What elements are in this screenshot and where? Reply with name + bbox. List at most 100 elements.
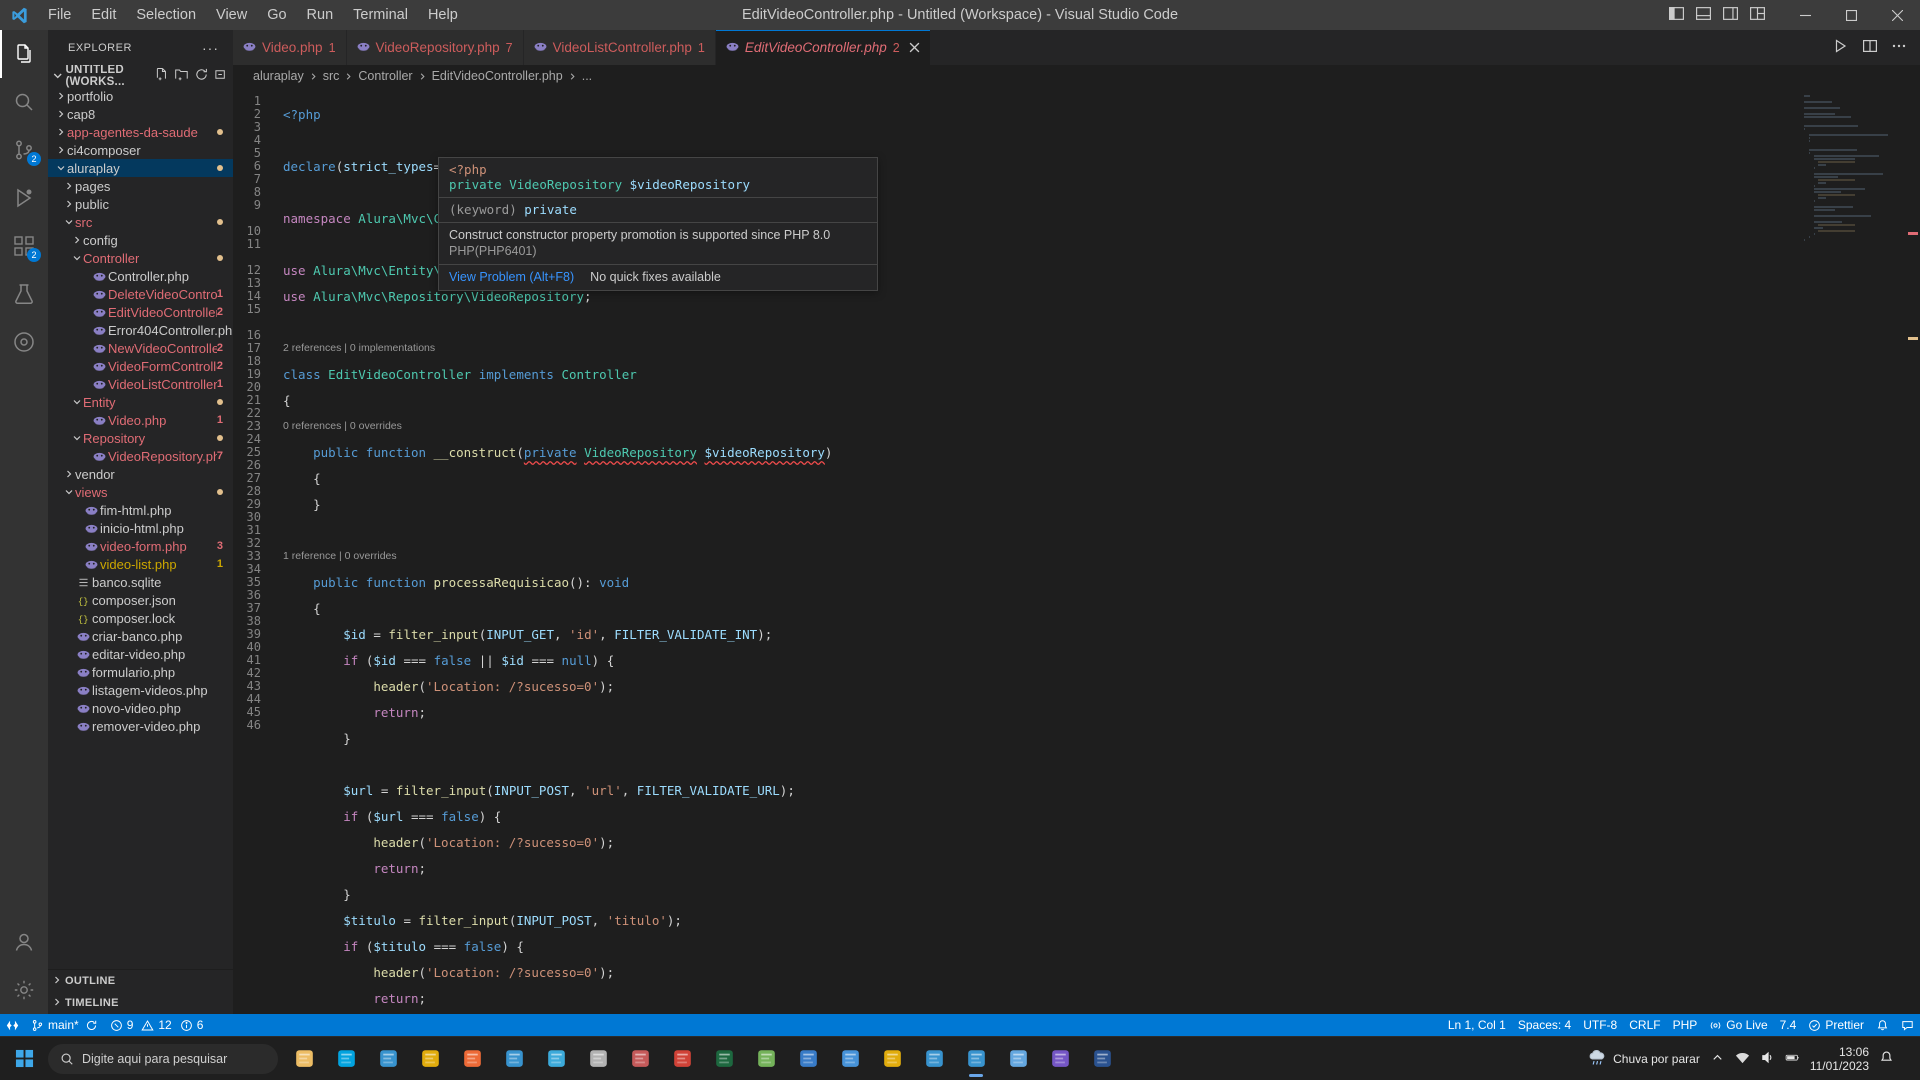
taskbar-vscode-active-icon[interactable] bbox=[956, 1039, 996, 1079]
tree-folder-cap8[interactable]: cap8 bbox=[48, 105, 233, 123]
toggle-primary-sidebar-icon[interactable] bbox=[1668, 5, 1685, 26]
hover-tooltip[interactable]: <?php private VideoRepository $videoRepo… bbox=[438, 157, 878, 291]
status-problems[interactable]: 9 12 6 bbox=[104, 1014, 210, 1036]
codelens-method[interactable]: 1 reference | 0 overrides bbox=[273, 550, 1920, 563]
status-encoding[interactable]: UTF-8 bbox=[1577, 1014, 1623, 1036]
view-problem-link[interactable]: View Problem (Alt+F8) bbox=[449, 269, 574, 285]
tree-file-newvideocontroller-p[interactable]: NewVideoController.p...2 bbox=[48, 339, 233, 357]
taskbar-file-explorer-icon[interactable] bbox=[284, 1039, 324, 1079]
new-file-icon[interactable] bbox=[154, 67, 169, 85]
status-eol[interactable]: CRLF bbox=[1623, 1014, 1666, 1036]
status-go-live[interactable]: Go Live bbox=[1703, 1014, 1773, 1036]
split-editor-icon[interactable] bbox=[1862, 38, 1878, 58]
taskbar-store-icon[interactable] bbox=[830, 1039, 870, 1079]
tree-file-video-php[interactable]: Video.php 1 bbox=[48, 411, 233, 429]
taskbar-photo-editor-icon[interactable] bbox=[746, 1039, 786, 1079]
tree-file-listagem-videos-php[interactable]: listagem-videos.php bbox=[48, 681, 233, 699]
toggle-secondary-sidebar-icon[interactable] bbox=[1722, 5, 1739, 26]
notification-center-icon[interactable] bbox=[1879, 1050, 1894, 1068]
tree-folder-vendor[interactable]: vendor bbox=[48, 465, 233, 483]
tree-file-remover-video-php[interactable]: remover-video.php bbox=[48, 717, 233, 735]
workspace-root-row[interactable]: UNTITLED (WORKS... bbox=[48, 65, 233, 88]
tree-file-videoformcontroller-p[interactable]: VideoFormController.p...2 bbox=[48, 357, 233, 375]
tree-file-criar-banco-php[interactable]: criar-banco.php bbox=[48, 627, 233, 645]
collapse-all-icon[interactable] bbox=[214, 67, 229, 85]
start-button[interactable] bbox=[0, 1049, 48, 1068]
taskbar-photos-icon[interactable] bbox=[536, 1039, 576, 1079]
code-editor[interactable]: 1 2 3 4 5 6 7 8 9 10 11 12 13 14 15 16 17 18 19 20 21 22 23 24 2… bbox=[233, 87, 1920, 1014]
taskbar-clock[interactable]: 13:06 11/01/2023 bbox=[1810, 1045, 1869, 1073]
weather-widget[interactable]: Chuva por parar bbox=[1588, 1049, 1700, 1068]
status-indentation[interactable]: Spaces: 4 bbox=[1512, 1014, 1577, 1036]
menu-help[interactable]: Help bbox=[418, 4, 468, 26]
customize-layout-icon[interactable] bbox=[1749, 5, 1766, 26]
tree-file-controller-php[interactable]: Controller.php bbox=[48, 267, 233, 285]
breadcrumb-item-3[interactable]: EditVideoController.php bbox=[432, 69, 563, 83]
show-desktop-button[interactable] bbox=[1904, 1037, 1912, 1080]
menu-go[interactable]: Go bbox=[257, 4, 296, 26]
tree-file-videorepository-php[interactable]: VideoRepository.php 7 bbox=[48, 447, 233, 465]
tree-folder-aluraplay[interactable]: aluraplay bbox=[48, 159, 233, 177]
activity-source-control[interactable]: 2 bbox=[0, 126, 48, 174]
menu-run[interactable]: Run bbox=[297, 4, 344, 26]
menu-selection[interactable]: Selection bbox=[126, 4, 206, 26]
activity-remote-explorer[interactable] bbox=[0, 318, 48, 366]
tree-folder-repository[interactable]: Repository bbox=[48, 429, 233, 447]
codelens-class[interactable]: 2 references | 0 implementations bbox=[273, 342, 1920, 355]
menu-edit[interactable]: Edit bbox=[81, 4, 126, 26]
taskbar-mail-icon[interactable] bbox=[788, 1039, 828, 1079]
taskbar-chrome2-icon[interactable] bbox=[872, 1039, 912, 1079]
menu-file[interactable]: File bbox=[38, 4, 81, 26]
status-branch[interactable]: main* bbox=[25, 1014, 104, 1036]
tree-file-video-form-php[interactable]: video-form.php 3 bbox=[48, 537, 233, 555]
status-formatter[interactable]: Prettier bbox=[1802, 1014, 1870, 1036]
editor-tabs[interactable]: Video.php 1 VideoRepository.php 7 VideoListC… bbox=[233, 30, 931, 65]
close-tab-icon[interactable] bbox=[909, 42, 920, 53]
editor-tab-videorepository[interactable]: VideoRepository.php 7 bbox=[346, 30, 524, 65]
status-feedback[interactable] bbox=[1895, 1014, 1920, 1036]
taskbar-acrobat-icon[interactable] bbox=[662, 1039, 702, 1079]
editor-tab-videolistcontroller[interactable]: VideoListController.php 1 bbox=[523, 30, 716, 65]
tree-file-novo-video-php[interactable]: novo-video.php bbox=[48, 699, 233, 717]
tree-folder-portfolio[interactable]: portfolio bbox=[48, 87, 233, 105]
toggle-panel-icon[interactable] bbox=[1695, 5, 1712, 26]
refresh-explorer-icon[interactable] bbox=[194, 67, 209, 85]
taskbar-excel-icon[interactable] bbox=[704, 1039, 744, 1079]
taskbar-vscode-icon[interactable] bbox=[494, 1039, 534, 1079]
tree-file-composer-lock[interactable]: {} composer.lock bbox=[48, 609, 233, 627]
maximize-button[interactable] bbox=[1828, 0, 1874, 30]
close-window-button[interactable] bbox=[1874, 0, 1920, 30]
status-remote[interactable] bbox=[0, 1014, 25, 1036]
taskbar-firefox-icon[interactable] bbox=[452, 1039, 492, 1079]
tree-folder-controller[interactable]: Controller bbox=[48, 249, 233, 267]
tray-expand-icon[interactable] bbox=[1710, 1050, 1725, 1068]
taskbar-media-icon[interactable] bbox=[620, 1039, 660, 1079]
tree-folder-entity[interactable]: Entity bbox=[48, 393, 233, 411]
tree-file-formulario-php[interactable]: formulario.php bbox=[48, 663, 233, 681]
tree-file-deletevideocontroller[interactable]: DeleteVideoController...1 bbox=[48, 285, 233, 303]
breadcrumb-item-1[interactable]: src bbox=[323, 69, 340, 83]
taskbar-chrome-icon[interactable] bbox=[410, 1039, 450, 1079]
tree-file-editar-video-php[interactable]: editar-video.php bbox=[48, 645, 233, 663]
tree-file-banco-sqlite[interactable]: banco.sqlite bbox=[48, 573, 233, 591]
codelens-constructor[interactable]: 0 references | 0 overrides bbox=[273, 420, 1920, 433]
section-outline[interactable]: OUTLINE bbox=[48, 970, 233, 992]
breadcrumb-item-2[interactable]: Controller bbox=[358, 69, 412, 83]
menu-view[interactable]: View bbox=[206, 4, 257, 26]
tree-folder-src[interactable]: src bbox=[48, 213, 233, 231]
tree-folder-config[interactable]: config bbox=[48, 231, 233, 249]
tree-file-editvideocontroller-php[interactable]: EditVideoController.php2 bbox=[48, 303, 233, 321]
status-cursor-position[interactable]: Ln 1, Col 1 bbox=[1442, 1014, 1512, 1036]
new-folder-icon[interactable] bbox=[174, 67, 189, 85]
activity-extensions[interactable]: 2 bbox=[0, 222, 48, 270]
activity-explorer[interactable] bbox=[0, 30, 48, 78]
tree-file-videolistcontroller-php[interactable]: VideoListController.php1 bbox=[48, 375, 233, 393]
tree-file-fim-html-php[interactable]: fim-html.php bbox=[48, 501, 233, 519]
status-notifications[interactable] bbox=[1870, 1014, 1895, 1036]
activity-settings[interactable] bbox=[0, 966, 48, 1014]
menu-terminal[interactable]: Terminal bbox=[343, 4, 418, 26]
taskbar-vscode-insiders-icon[interactable] bbox=[368, 1039, 408, 1079]
editor-more-actions-icon[interactable] bbox=[1891, 38, 1907, 58]
breadcrumb-item-0[interactable]: aluraplay bbox=[253, 69, 304, 83]
activity-accounts[interactable] bbox=[0, 918, 48, 966]
